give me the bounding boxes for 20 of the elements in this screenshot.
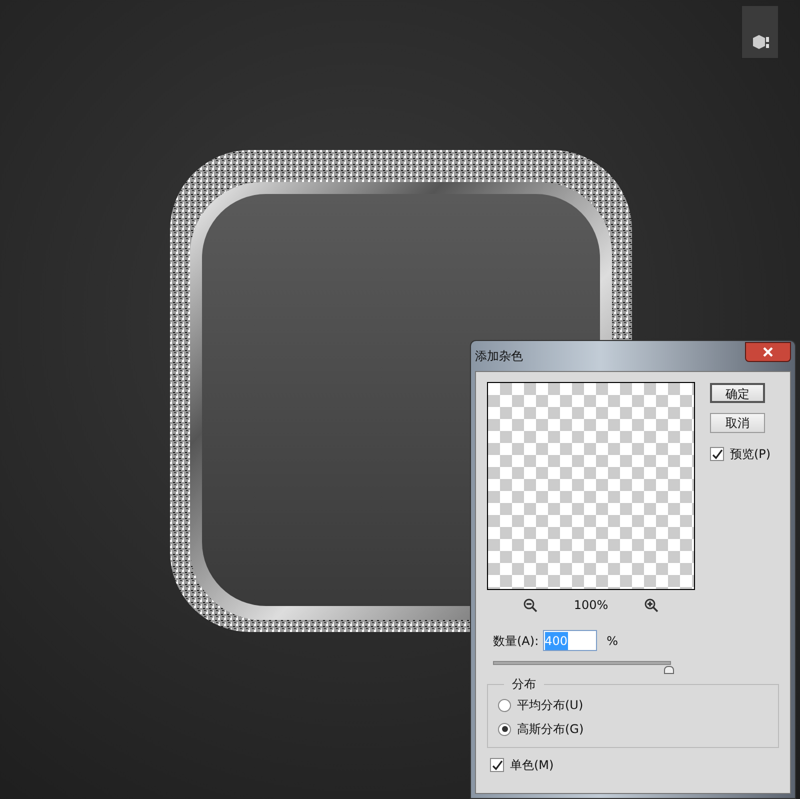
monochromatic-label: 单色(M): [510, 757, 554, 774]
close-icon: [763, 347, 773, 357]
amount-slider-thumb[interactable]: [664, 666, 674, 674]
dialog-button[interactable]: 取消: [710, 413, 765, 433]
checkbox[interactable]: [490, 758, 504, 772]
checkbox[interactable]: [710, 447, 724, 461]
dialog-title: 添加杂色: [475, 348, 523, 365]
preview-label: 预览(P): [730, 446, 771, 463]
percent-unit: %: [606, 632, 618, 650]
radio-button[interactable]: [498, 722, 511, 736]
zoom-in-icon[interactable]: [644, 598, 660, 612]
dialog-button[interactable]: 确定: [710, 383, 765, 403]
radio-button[interactable]: [498, 698, 511, 712]
close-button[interactable]: [745, 342, 791, 362]
distribution-legend: 分布: [504, 675, 544, 693]
radio-label: 平均分布(U): [517, 697, 584, 714]
zoom-out-icon[interactable]: [522, 598, 538, 612]
radio-label: 高斯分布(G): [517, 721, 584, 738]
amount-label: 数量(A):: [493, 632, 539, 650]
zoom-level: 100%: [574, 597, 608, 614]
